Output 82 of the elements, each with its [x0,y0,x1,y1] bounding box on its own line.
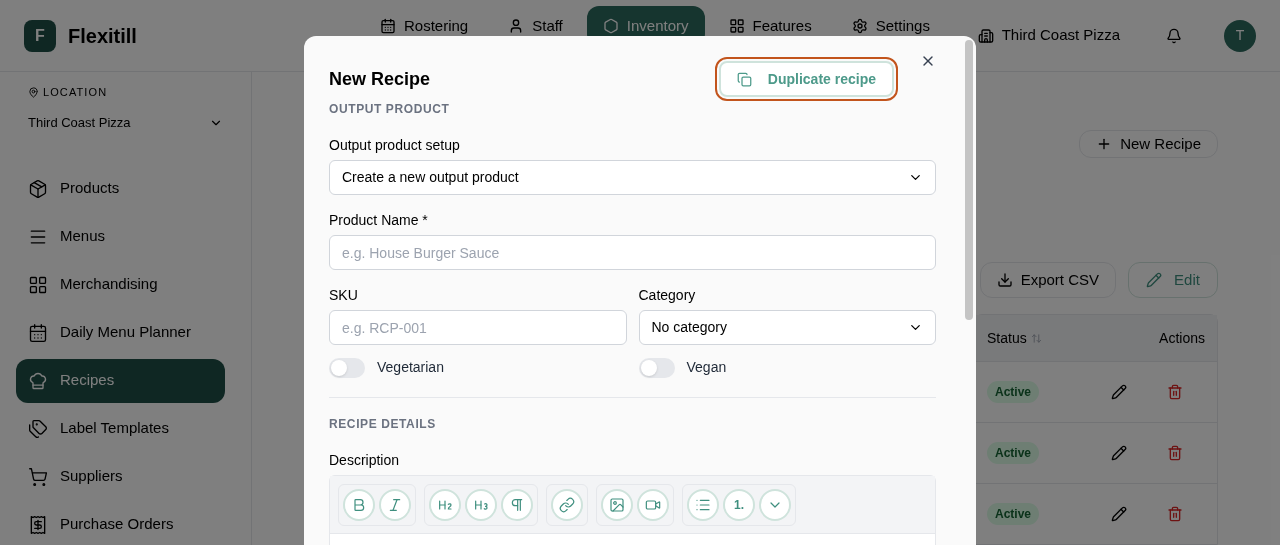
sidebar-item[interactable]: Suppliers [16,454,225,499]
category-select[interactable]: No category [638,310,936,345]
toggle-switch[interactable] [329,357,365,378]
field-label: SKU [329,286,359,305]
nav-tab[interactable]: Staff [492,6,579,46]
sidebar-item[interactable]: Purchase Orders [16,502,225,545]
package-icon [28,178,48,199]
sidebar-item[interactable]: Products [16,166,225,211]
avatar[interactable]: T [1224,19,1256,52]
hexagon-icon [602,18,619,34]
app-name: Flexitill [68,23,137,49]
more-button[interactable] [759,488,791,521]
download-icon [996,272,1013,288]
field-label: Product Name * [329,211,429,230]
trash-icon[interactable] [1167,384,1183,400]
status-badge: Active [987,381,1040,403]
section-heading: RECIPE DETAILS [329,416,437,433]
sidebar-item[interactable]: Daily Menu Planner [16,310,225,355]
image-button[interactable] [601,488,633,521]
sku-field[interactable]: e.g. RCP-001 [329,310,627,345]
settings-icon [851,18,868,34]
sidebar-item[interactable]: Label Templates [16,406,225,451]
video-button[interactable] [637,488,669,521]
receipt-icon [28,514,48,535]
location-select[interactable]: Third Coast Pizza [16,108,235,137]
pencil-icon[interactable] [1111,506,1127,522]
grid-icon [728,18,745,34]
pencil-icon [1146,272,1163,288]
image-icon [609,496,625,513]
logo-mark: F [24,19,56,52]
building-icon [977,27,994,44]
pencil-icon[interactable] [1111,384,1127,400]
trash-icon[interactable] [1167,445,1183,461]
heading-2-button[interactable] [429,488,461,521]
section-heading: OUTPUT PRODUCT [329,101,451,118]
column-header: Actions [1159,328,1205,348]
toggle-label: Vegetarian [377,358,444,377]
nav-tab[interactable]: Settings [835,6,946,46]
nav-tab[interactable]: Rostering [364,6,485,46]
ordered-list-button[interactable]: 1. [723,488,755,521]
link-icon [559,496,575,513]
status-badge: Active [987,442,1040,464]
nav-tab[interactable]: Features [712,6,828,46]
sidebar-item[interactable]: Recipes [16,358,225,403]
status-badge: Active [987,503,1040,525]
location-pin-icon [28,86,39,98]
chef-hat-icon [28,370,48,391]
product-name-field[interactable]: e.g. House Burger Sauce [329,235,936,270]
field-label: Category [638,286,697,305]
new-recipe-button[interactable]: New Recipe [1079,130,1218,158]
bold-icon [351,496,367,513]
calendar-icon [380,18,396,34]
paragraph-button[interactable] [501,488,533,521]
scrollbar-thumb[interactable] [965,40,973,320]
link-button[interactable] [551,488,583,521]
paragraph-icon [509,496,525,513]
cart-icon [28,466,48,487]
italic-icon [387,496,403,513]
bold-button[interactable] [343,488,375,521]
italic-button[interactable] [379,488,411,521]
bullet-list-button[interactable] [687,488,719,521]
sort-icon [1030,332,1042,344]
copy-icon [736,71,752,87]
toggle-label: Vegan [686,358,727,377]
grid-icon [28,274,48,295]
heading-3-button[interactable] [465,488,497,521]
sidebar-item[interactable]: Merchandising [16,262,225,307]
trash-icon[interactable] [1167,506,1183,522]
column-header[interactable]: Status [987,327,1042,349]
location-label: LOCATION [43,85,108,100]
field-label: Output product setup [329,136,461,155]
toggle-switch[interactable] [638,357,675,378]
field-label: Description [329,451,401,470]
dialog-title: New Recipe [329,67,431,91]
calendar-icon [28,322,48,343]
export-csv-button[interactable]: Export CSV [979,262,1116,298]
store-name: Third Coast Pizza [1001,25,1120,46]
output-setup-select[interactable]: Create a new output product [329,160,936,195]
sidebar-item[interactable]: Menus [16,214,225,259]
tag-icon [28,418,48,439]
pencil-icon[interactable] [1111,445,1127,461]
notifications-icon[interactable] [1166,27,1182,44]
